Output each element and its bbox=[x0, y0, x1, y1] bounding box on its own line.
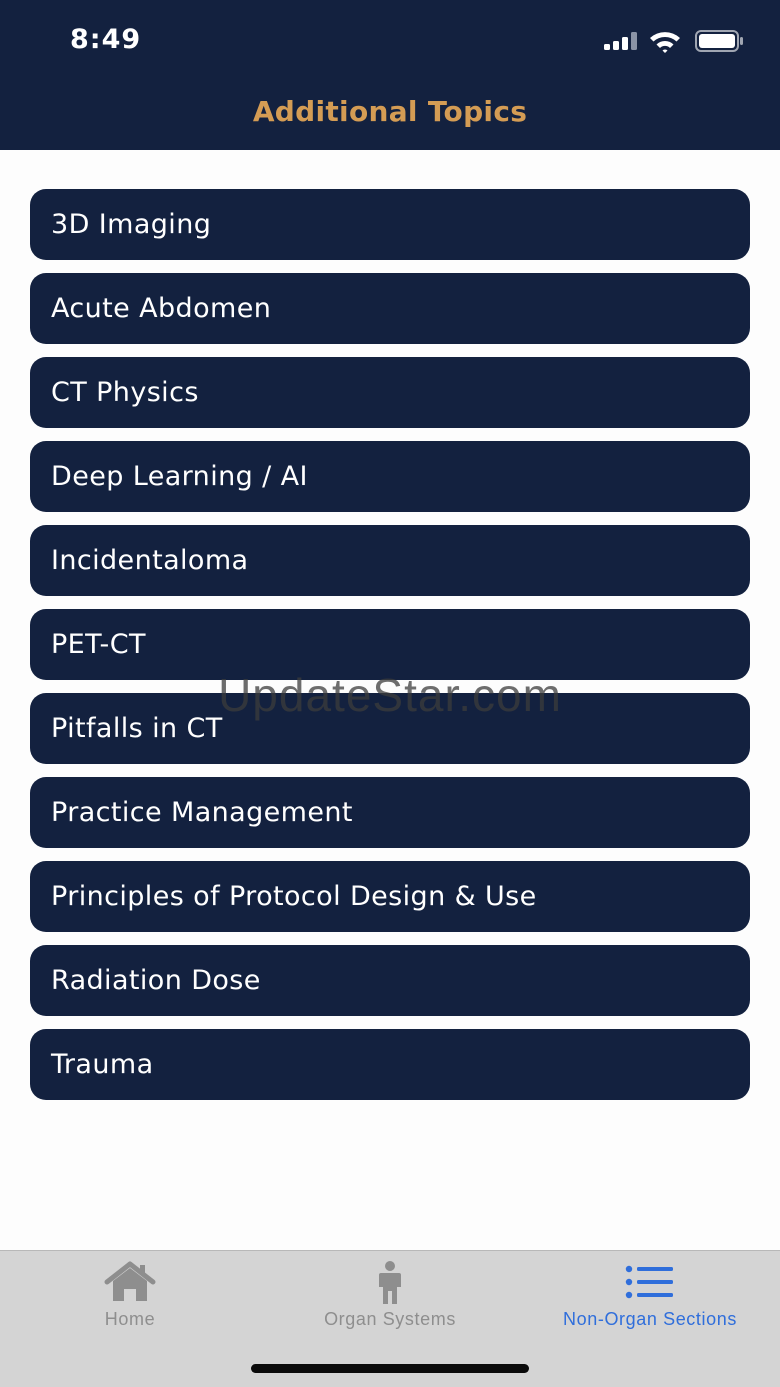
topic-button-protocol-design[interactable]: Principles of Protocol Design & Use bbox=[30, 861, 750, 932]
list-icon bbox=[625, 1265, 673, 1299]
topic-button-pet-ct[interactable]: PET-CT bbox=[30, 609, 750, 680]
navigation-header: 8:49 Additional Topics bbox=[0, 0, 780, 150]
page-title: Additional Topics bbox=[252, 95, 528, 128]
topic-button-practice-management[interactable]: Practice Management bbox=[30, 777, 750, 848]
topic-button-trauma[interactable]: Trauma bbox=[30, 1029, 750, 1100]
battery-icon bbox=[695, 30, 743, 52]
tab-label-home: Home bbox=[104, 1309, 156, 1329]
home-indicator bbox=[251, 1364, 529, 1373]
tab-home[interactable]: Home bbox=[0, 1251, 260, 1341]
topic-button-3d-imaging[interactable]: 3D Imaging bbox=[30, 189, 750, 260]
status-time: 8:49 bbox=[70, 24, 142, 55]
person-icon bbox=[379, 1261, 401, 1304]
topic-button-acute-abdomen[interactable]: Acute Abdomen bbox=[30, 273, 750, 344]
tab-label-non-organ-sections: Non-Organ Sections bbox=[563, 1309, 737, 1329]
wifi-icon bbox=[650, 32, 680, 53]
cellular-signal-icon bbox=[604, 32, 638, 50]
house-icon bbox=[104, 1261, 156, 1301]
topic-button-ct-physics[interactable]: CT Physics bbox=[30, 357, 750, 428]
topic-button-deep-learning-ai[interactable]: Deep Learning / AI bbox=[30, 441, 750, 512]
topic-button-incidentaloma[interactable]: Incidentaloma bbox=[30, 525, 750, 596]
tab-non-organ-sections[interactable]: Non-Organ Sections bbox=[520, 1251, 780, 1341]
tab-organ-systems[interactable]: Organ Systems bbox=[260, 1251, 520, 1341]
tab-label-organ-systems: Organ Systems bbox=[324, 1309, 456, 1329]
topic-button-radiation-dose[interactable]: Radiation Dose bbox=[30, 945, 750, 1016]
topic-button-pitfalls-in-ct[interactable]: Pitfalls in CT bbox=[30, 693, 750, 764]
topics-list: 3D Imaging Acute Abdomen CT Physics Deep… bbox=[30, 189, 750, 1113]
